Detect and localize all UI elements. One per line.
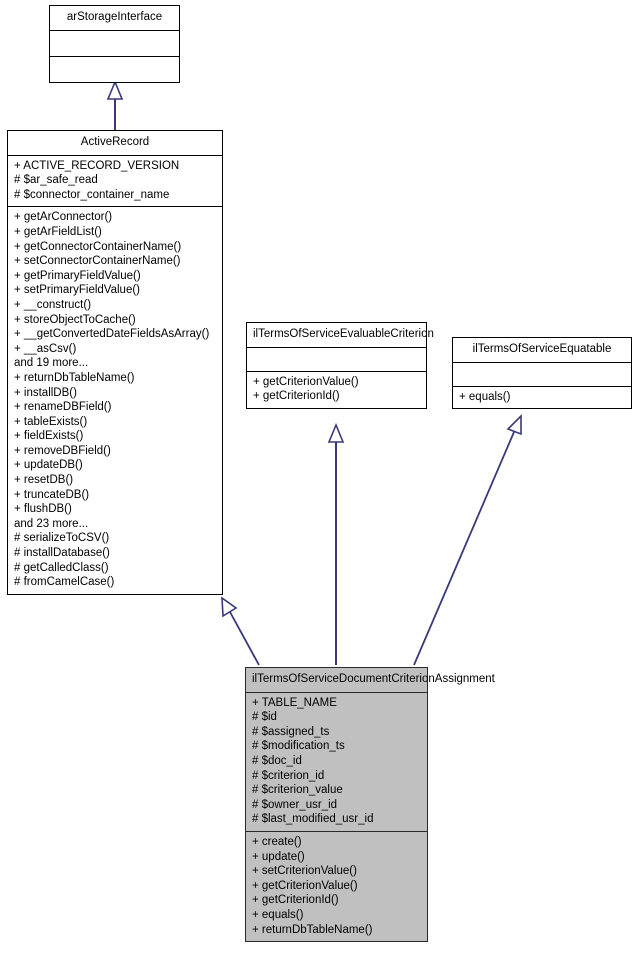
member-item: + installDB() [14,386,77,399]
edge-assignment-to-evaluablecriterion [327,422,345,665]
class-box-assignment[interactable]: ilTermsOfServiceDocumentCriterionAssignm… [245,667,495,943]
member-item: + getCriterionId() [252,894,339,907]
member-item: + equals() [252,908,304,921]
member-item: + getCriterionId() [253,390,340,403]
member-item: + resetDB() [14,474,74,487]
edge-assignment-to-activerecord [221,596,260,666]
member-item: + getArFieldList() [14,225,102,238]
class-box-equatable[interactable]: ilTermsOfServiceEquatable + equals() [452,337,632,410]
member-item: # $id [252,711,277,724]
methods-compartment-arstorageinterface [50,55,179,82]
member-item: # $criterion_value [252,784,343,797]
member-item: and 19 more... [14,357,89,370]
member-item: + TABLE_NAME [252,696,337,709]
member-item: + renameDBField() [14,401,112,414]
member-item: # $criterion_id [252,769,325,782]
methods-compartment-assignment: + create() + update() + setCriterionValue(… [246,830,427,941]
member-item: # serializeToCSV() [14,532,110,545]
member-item: + truncateDB() [14,488,90,501]
member-item: # getCalledClass() [14,561,109,574]
member-item: # $last_modified_usr_id [252,813,374,826]
member-item: + update() [252,850,305,863]
member-item: # $owner_usr_id [252,798,338,811]
class-box-arstorageinterface[interactable]: arStorageInterface [49,5,180,83]
uml-class-diagram: arStorageInterface ActiveRecord + ACTIVE… [0,0,638,969]
member-item: + equals() [459,390,511,403]
member-item: + returnDbTableName() [14,371,135,384]
member-item: # fromCamelCase() [14,576,115,589]
class-name-activerecord: ActiveRecord [80,136,150,148]
member-item: + setPrimaryFieldValue() [14,284,141,297]
class-box-evaluablecriterion[interactable]: ilTermsOfServiceEvaluableCriterion + get… [246,322,434,409]
member-item: + ACTIVE_RECORD_VERSION [14,159,180,172]
attributes-compartment-equatable [453,361,631,386]
member-item: + __asCsv() [14,342,77,355]
member-item: # $connector_container_name [14,188,170,201]
member-item: # $ar_safe_read [14,174,98,187]
attributes-compartment-evaluablecriterion [247,346,426,371]
member-item: + getConnectorContainerName() [14,240,182,253]
member-item: # $doc_id [252,754,302,767]
member-item: + getCriterionValue() [253,375,359,388]
class-name-equatable: ilTermsOfServiceEquatable [472,343,612,355]
class-box-activerecord[interactable]: ActiveRecord + ACTIVE_RECORD_VERSION # $a… [7,130,223,595]
member-item: + returnDbTableName() [252,923,373,936]
methods-compartment-evaluablecriterion: + getCriterionValue() + getCriterionId() [247,370,426,408]
class-name-assignment: ilTermsOfServiceDocumentCriterionAssignm… [252,673,495,685]
member-item: + getCriterionValue() [252,879,358,892]
attributes-compartment-activerecord: + ACTIVE_RECORD_VERSION # $ar_safe_read # … [8,154,222,207]
member-item: + removeDBField() [14,444,111,457]
member-item: + getPrimaryFieldValue() [14,269,141,282]
member-item: + fieldExists() [14,430,84,443]
attributes-compartment-arstorageinterface [50,29,179,56]
member-item: + updateDB() [14,459,83,472]
member-item: # installDatabase() [14,547,110,560]
member-item: + setConnectorContainerName() [14,255,181,268]
member-item: + getArConnector() [14,211,113,224]
member-item: + tableExists() [14,415,88,428]
member-item: + flushDB() [14,503,72,516]
member-item: + __getConvertedDateFieldsAsArray() [14,328,210,341]
methods-compartment-activerecord: + getArConnector() + getArFieldList() + ge… [8,206,222,593]
class-name-evaluablecriterion: ilTermsOfServiceEvaluableCriterion [253,328,434,340]
edge-activerecord-to-arstorageinterface [106,79,124,130]
member-item: and 23 more... [14,517,89,530]
member-item: # $modification_ts [252,740,345,753]
class-name-arstorageinterface: arStorageInterface [66,11,163,23]
member-item: + storeObjectToCache() [14,313,136,326]
attributes-compartment-assignment: + TABLE_NAME # $id # $assigned_ts # $modifi… [246,691,427,831]
member-item: + __construct() [14,298,92,311]
member-item: + setCriterionValue() [252,865,357,878]
methods-compartment-equatable: + equals() [453,385,631,409]
member-item: + create() [252,835,302,848]
edge-assignment-to-equatable [413,414,522,666]
member-item: # $assigned_ts [252,725,330,738]
